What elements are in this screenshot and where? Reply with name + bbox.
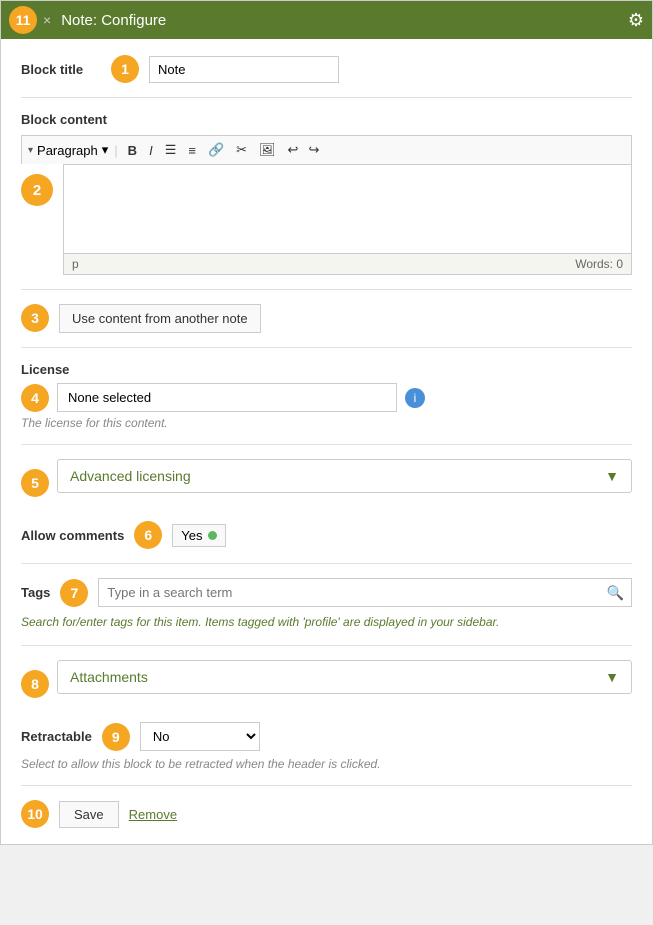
retractable-row: Retractable 9 No Yes: [21, 722, 632, 751]
advanced-licensing-chevron-icon: ▼: [605, 468, 619, 484]
toolbar-chevron-icon: ▾: [28, 145, 33, 156]
footer-row: 10 Save Remove: [21, 800, 632, 828]
attachments-label: Attachments: [70, 669, 148, 685]
license-section: License 4 None selected CC BY CC BY-SA C…: [21, 362, 632, 430]
unlink-button[interactable]: ✂: [232, 140, 251, 160]
attachments-chevron-icon: ▼: [605, 669, 619, 685]
main-content: Block title 1 Block content ▾ Paragraph …: [1, 39, 652, 844]
step-badge-6: 6: [134, 521, 162, 549]
license-hint: The license for this content.: [21, 416, 632, 430]
step-badge-3: 3: [21, 304, 49, 332]
license-label: License: [21, 362, 69, 377]
editor-flex: p Words: 0: [63, 164, 632, 275]
divider-7: [21, 785, 632, 786]
tags-label: Tags: [21, 585, 50, 600]
ordered-list-button[interactable]: ≡: [184, 141, 200, 160]
paragraph-dropdown-icon: ▾: [102, 142, 109, 158]
license-select-wrapper: None selected CC BY CC BY-SA CC BY-NC CC…: [57, 383, 397, 412]
divider-4: [21, 444, 632, 445]
configure-window: 11 × Note: Configure ⚙ Block title 1 Blo…: [0, 0, 653, 845]
step-badge-7: 7: [60, 579, 88, 607]
attachments-section: Attachments ▼: [57, 660, 632, 694]
divider-6: [21, 645, 632, 646]
link-button[interactable]: 🔗: [204, 140, 228, 160]
save-button[interactable]: Save: [59, 801, 119, 828]
remove-button[interactable]: Remove: [129, 807, 177, 822]
bold-button[interactable]: B: [124, 141, 141, 160]
step-badge-11: 11: [9, 6, 37, 34]
editor-area-wrapper: 2 p Words: 0: [21, 164, 632, 275]
editor-status-bar: p Words: 0: [63, 254, 632, 275]
tags-search-wrapper: 🔍: [98, 578, 632, 607]
editor-element-tag: p: [72, 257, 79, 271]
license-row: 4 None selected CC BY CC BY-SA CC BY-NC …: [21, 383, 632, 412]
paragraph-label: Paragraph: [37, 143, 98, 158]
image-button[interactable]: 🖼: [255, 140, 280, 160]
divider-5: [21, 563, 632, 564]
tags-row: Tags 7 🔍: [21, 578, 632, 607]
attachments-row: 8 Attachments ▼: [21, 660, 632, 708]
titlebar-title: Note: Configure: [51, 12, 628, 29]
tags-search-input[interactable]: [98, 578, 632, 607]
allow-comments-value[interactable]: Yes: [172, 524, 225, 547]
gear-icon[interactable]: ⚙: [628, 10, 644, 31]
block-content-section: Block content ▾ Paragraph ▾ | B I ☰ ≡ 🔗 …: [21, 112, 632, 275]
block-content-label: Block content: [21, 112, 632, 127]
step-badge-5: 5: [21, 469, 49, 497]
italic-button[interactable]: I: [145, 141, 157, 160]
block-title-label: Block title: [21, 62, 101, 77]
divider-2: [21, 289, 632, 290]
retractable-select-wrapper: No Yes: [140, 722, 260, 751]
block-title-input[interactable]: [149, 56, 339, 83]
step-badge-9: 9: [102, 723, 130, 751]
undo-button[interactable]: ↩: [284, 140, 303, 160]
advanced-licensing-row: 5 Advanced licensing ▼: [21, 459, 632, 507]
divider-1: [21, 97, 632, 98]
search-icon: 🔍: [607, 584, 624, 601]
titlebar: 11 × Note: Configure ⚙: [1, 1, 652, 39]
undo-redo-group: ↩ ↪: [284, 140, 324, 160]
green-dot-icon: [208, 531, 217, 540]
close-icon[interactable]: ×: [43, 12, 51, 28]
license-info-icon[interactable]: i: [405, 388, 425, 408]
block-title-row: Block title 1: [21, 55, 632, 83]
editor-toolbar: ▾ Paragraph ▾ | B I ☰ ≡ 🔗 ✂ 🖼 ↩ ↪: [21, 135, 632, 164]
retractable-hint: Select to allow this block to be retract…: [21, 757, 632, 771]
allow-comments-label: Allow comments: [21, 528, 124, 543]
step-badge-10: 10: [21, 800, 49, 828]
use-content-row: 3 Use content from another note: [21, 304, 632, 333]
step-badge-4: 4: [21, 384, 49, 412]
redo-button[interactable]: ↪: [304, 140, 323, 160]
advanced-licensing-section: Advanced licensing ▼: [57, 459, 632, 493]
license-select[interactable]: None selected CC BY CC BY-SA CC BY-NC CC…: [57, 383, 397, 412]
advanced-licensing-header[interactable]: Advanced licensing ▼: [58, 460, 631, 492]
advanced-licensing-label: Advanced licensing: [70, 468, 191, 484]
allow-comments-row: Allow comments 6 Yes: [21, 521, 632, 549]
tags-hint: Search for/enter tags for this item. Ite…: [21, 613, 632, 631]
use-content-button[interactable]: Use content from another note: [59, 304, 261, 333]
divider-3: [21, 347, 632, 348]
retractable-select[interactable]: No Yes: [140, 722, 260, 751]
editor-word-count: Words: 0: [575, 257, 623, 271]
separator-1: |: [114, 143, 117, 158]
step-badge-2: 2: [21, 174, 53, 206]
step-badge-1: 1: [111, 55, 139, 83]
unordered-list-button[interactable]: ☰: [161, 140, 181, 160]
attachments-header[interactable]: Attachments ▼: [58, 661, 631, 693]
paragraph-select[interactable]: Paragraph ▾: [37, 142, 108, 158]
retractable-label: Retractable: [21, 729, 92, 744]
step-badge-8: 8: [21, 670, 49, 698]
allow-comments-text: Yes: [181, 528, 202, 543]
editor-content-area[interactable]: [63, 164, 632, 254]
